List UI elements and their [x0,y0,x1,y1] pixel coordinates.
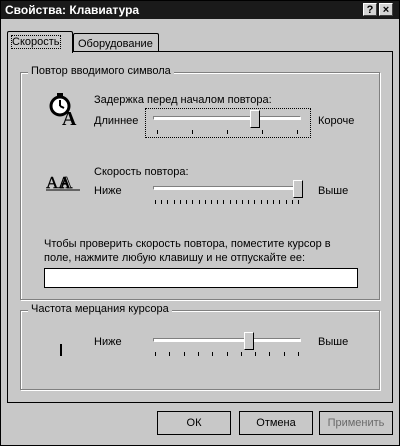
keyboard-properties-window: Свойства: Клавиатура ? × Скорость Оборуд… [0,0,400,446]
slider-tick [174,200,175,204]
window-title: Свойства: Клавиатура [5,3,140,17]
cancel-button[interactable]: Отмена [239,411,313,435]
slider-tick [217,200,218,204]
slider-tick [298,352,299,356]
slider-tick [269,352,270,356]
slider-tick [155,200,156,204]
slider-tick [169,352,170,356]
close-button[interactable]: × [379,3,393,16]
blink-slider-thumb[interactable] [244,332,254,350]
rate-max-label: Выше [318,185,349,197]
apply-button[interactable]: Применить [319,411,393,435]
slider-tick [241,352,242,356]
tab-hardware[interactable]: Оборудование [73,33,159,53]
tab-speed-label: Скорость [11,35,61,49]
slider-tick [180,200,181,204]
repeat-rate-icon: AA A [46,170,82,192]
slider-tick [286,200,287,204]
rate-slider-ticks [155,200,299,205]
slider-tick [248,200,249,204]
slider-tick [292,200,293,204]
help-button[interactable]: ? [363,3,377,16]
delay-slider-track [153,116,301,120]
slider-tick [205,200,206,204]
test-prompt-line2: поле, нажмите любую клавишу и не отпуска… [44,252,306,264]
slider-tick [279,200,280,204]
slider-tick [161,200,162,204]
delay-label: Задержка перед началом повтора: [94,94,272,106]
slider-tick [199,200,200,204]
slider-tick [212,352,213,356]
slider-tick [236,200,237,204]
delay-stopwatch-icon: A [48,92,78,130]
slider-tick [267,200,268,204]
svg-text:A: A [62,108,77,126]
title-bar: Свойства: Клавиатура ? × [1,1,399,19]
slider-tick [155,352,156,356]
slider-tick [261,200,262,204]
slider-tick [254,200,255,204]
repeat-test-input[interactable] [44,268,358,288]
blink-min-label: Ниже [94,336,122,348]
rate-slider-thumb[interactable] [293,180,303,198]
delay-slider[interactable] [153,110,301,136]
rate-label: Скорость повтора: [94,166,189,178]
blinking-cursor-icon [60,344,62,356]
delay-max-label: Короче [318,115,355,127]
blink-slider-track [153,338,301,342]
tab-panel-speed: Повтор вводимого символа A Задержка пере… [7,51,393,403]
repeat-group-title: Повтор вводимого символа [28,65,174,77]
slider-tick [273,200,274,204]
rate-slider[interactable] [153,180,303,206]
delay-slider-thumb[interactable] [250,110,260,128]
tab-speed[interactable]: Скорость [7,31,73,53]
slider-tick [211,200,212,204]
slider-tick [198,352,199,356]
blink-slider[interactable] [153,332,303,358]
slider-tick [227,352,228,356]
test-prompt-line1: Чтобы проверить скорость повтора, помест… [44,238,331,250]
slider-tick [230,200,231,204]
rate-min-label: Ниже [94,185,122,197]
blink-slider-ticks [155,352,299,357]
blink-max-label: Выше [318,336,349,348]
slider-tick [242,200,243,204]
delay-slider-ticks [153,130,301,135]
tab-hardware-label: Оборудование [78,38,153,50]
rate-slider-track [153,186,301,190]
cursor-blink-group-title: Частота мерцания курсора [28,303,172,315]
svg-text:A: A [60,173,73,192]
slider-tick [255,352,256,356]
slider-tick [192,200,193,204]
slider-tick [184,352,185,356]
delay-min-label: Длиннее [94,115,139,127]
slider-tick [186,200,187,204]
ok-button[interactable]: ОК [157,411,231,435]
slider-tick [223,200,224,204]
slider-tick [167,200,168,204]
slider-tick [298,200,299,204]
slider-tick [284,352,285,356]
